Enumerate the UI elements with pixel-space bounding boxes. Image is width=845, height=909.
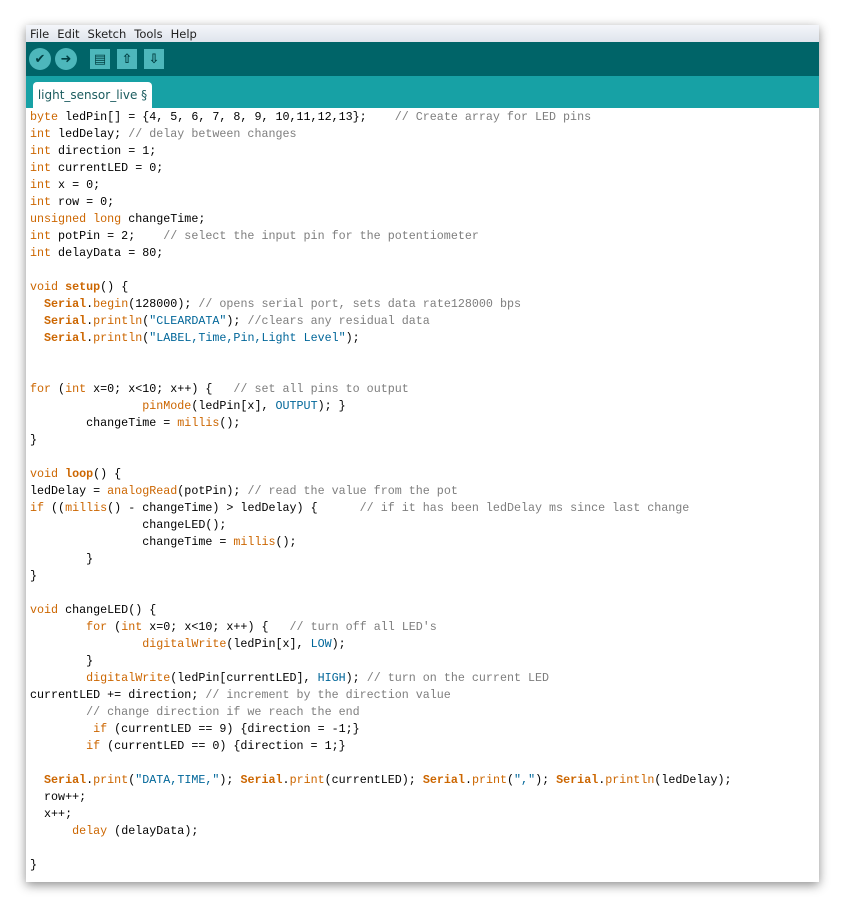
tab-strip: light_sensor_live § — [26, 76, 819, 108]
code-line[interactable]: for (int x=0; x<10; x++) { // turn off a… — [30, 619, 819, 636]
code-line[interactable]: for (int x=0; x<10; x++) { // set all pi… — [30, 381, 819, 398]
code-line[interactable]: changeTime = millis(); — [30, 415, 819, 432]
menu-file[interactable]: File — [26, 27, 53, 41]
code-line[interactable]: int currentLED = 0; — [30, 160, 819, 177]
code-line[interactable]: currentLED += direction; // increment by… — [30, 687, 819, 704]
code-line[interactable]: int ledDelay; // delay between changes — [30, 126, 819, 143]
tab-light-sensor-live[interactable]: light_sensor_live § — [33, 82, 152, 108]
code-line[interactable]: void setup() { — [30, 279, 819, 296]
new-button[interactable]: ▤ — [90, 49, 110, 69]
code-line[interactable]: digitalWrite(ledPin[currentLED], HIGH); … — [30, 670, 819, 687]
arrow-down-icon: ⇩ — [148, 51, 160, 67]
code-line[interactable]: pinMode(ledPin[x], OUTPUT); } — [30, 398, 819, 415]
code-line[interactable] — [30, 449, 819, 466]
code-line[interactable]: } — [30, 857, 819, 874]
code-line[interactable]: void changeLED() { — [30, 602, 819, 619]
code-line[interactable]: void loop() { — [30, 466, 819, 483]
code-line[interactable]: x++; — [30, 806, 819, 823]
code-line[interactable]: if (currentLED == 0) {direction = 1;} — [30, 738, 819, 755]
code-line[interactable]: int row = 0; — [30, 194, 819, 211]
menu-bar: File Edit Sketch Tools Help — [26, 25, 819, 42]
code-line[interactable]: Serial.println("LABEL,Time,Pin,Light Lev… — [30, 330, 819, 347]
checkmark-icon: ✔ — [34, 51, 46, 67]
code-line[interactable]: } — [30, 653, 819, 670]
arrow-up-icon: ⇧ — [121, 51, 133, 67]
code-line[interactable]: Serial.println("CLEARDATA"); //clears an… — [30, 313, 819, 330]
upload-button[interactable]: ➜ — [55, 48, 77, 70]
code-line[interactable]: Serial.begin(128000); // opens serial po… — [30, 296, 819, 313]
code-line[interactable]: int delayData = 80; — [30, 245, 819, 262]
code-line[interactable] — [30, 347, 819, 364]
code-line[interactable]: row++; — [30, 789, 819, 806]
code-line[interactable]: } — [30, 568, 819, 585]
code-text[interactable]: byte ledPin[] = {4, 5, 6, 7, 8, 9, 10,11… — [30, 109, 819, 874]
code-line[interactable]: int x = 0; — [30, 177, 819, 194]
code-line[interactable]: } — [30, 432, 819, 449]
toolbar: ✔ ➜ ▤ ⇧ ⇩ — [26, 42, 819, 76]
code-line[interactable]: int potPin = 2; // select the input pin … — [30, 228, 819, 245]
arduino-ide-window: File Edit Sketch Tools Help ✔ ➜ ▤ ⇧ ⇩ li… — [26, 25, 819, 882]
code-line[interactable] — [30, 840, 819, 857]
new-file-icon: ▤ — [93, 51, 107, 67]
code-line[interactable]: byte ledPin[] = {4, 5, 6, 7, 8, 9, 10,11… — [30, 109, 819, 126]
code-line[interactable]: } — [30, 551, 819, 568]
open-button[interactable]: ⇧ — [117, 49, 137, 69]
verify-button[interactable]: ✔ — [29, 48, 51, 70]
code-line[interactable]: if (currentLED == 9) {direction = -1;} — [30, 721, 819, 738]
code-line[interactable] — [30, 364, 819, 381]
menu-help[interactable]: Help — [167, 27, 201, 41]
menu-tools[interactable]: Tools — [130, 27, 166, 41]
code-line[interactable]: delay (delayData); — [30, 823, 819, 840]
code-line[interactable] — [30, 585, 819, 602]
menu-edit[interactable]: Edit — [53, 27, 83, 41]
code-line[interactable]: int direction = 1; — [30, 143, 819, 160]
code-line[interactable]: digitalWrite(ledPin[x], LOW); — [30, 636, 819, 653]
code-line[interactable] — [30, 755, 819, 772]
code-line[interactable]: ledDelay = analogRead(potPin); // read t… — [30, 483, 819, 500]
code-line[interactable]: // change direction if we reach the end — [30, 704, 819, 721]
code-line[interactable]: unsigned long changeTime; — [30, 211, 819, 228]
arrow-right-icon: ➜ — [60, 51, 72, 67]
save-button[interactable]: ⇩ — [144, 49, 164, 69]
code-line[interactable]: changeLED(); — [30, 517, 819, 534]
code-line[interactable]: Serial.print("DATA,TIME,"); Serial.print… — [30, 772, 819, 789]
code-line[interactable]: changeTime = millis(); — [30, 534, 819, 551]
code-editor[interactable]: byte ledPin[] = {4, 5, 6, 7, 8, 9, 10,11… — [26, 108, 819, 882]
code-line[interactable]: if ((millis() - changeTime) > ledDelay) … — [30, 500, 819, 517]
menu-sketch[interactable]: Sketch — [84, 27, 131, 41]
code-line[interactable] — [30, 262, 819, 279]
